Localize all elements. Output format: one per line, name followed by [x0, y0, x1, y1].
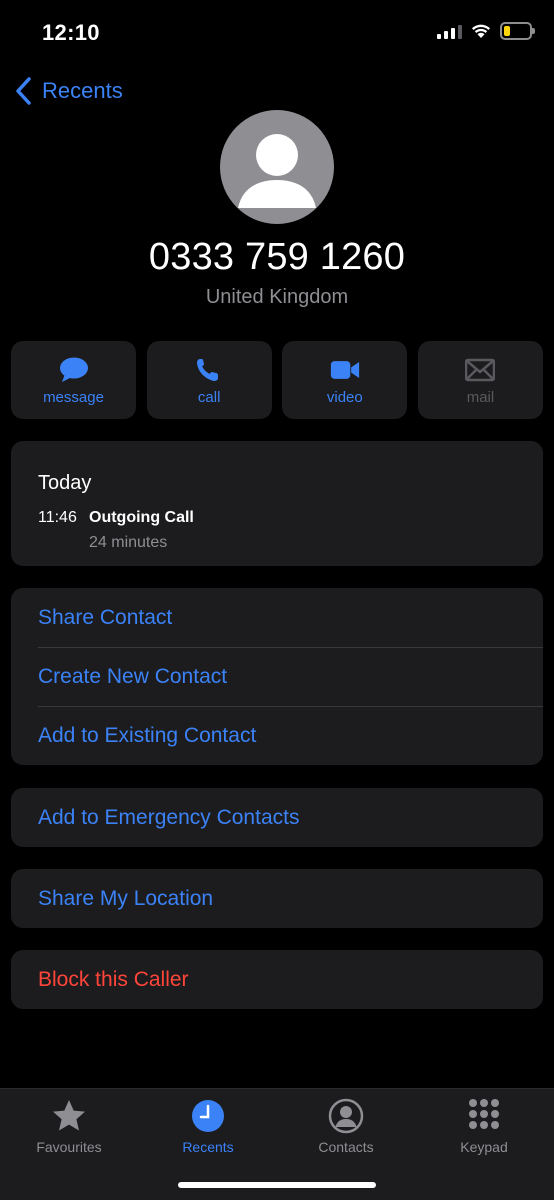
- home-indicator[interactable]: [178, 1182, 376, 1188]
- message-button[interactable]: message: [11, 341, 136, 419]
- caller-number: 0333 759 1260: [148, 236, 406, 278]
- battery-level: [504, 26, 510, 36]
- block-group: Block this Caller: [11, 950, 543, 1009]
- caller-country: United Kingdom: [205, 286, 349, 308]
- create-new-contact-button[interactable]: Create New Contact: [11, 647, 543, 706]
- person-circle-icon: [328, 1098, 364, 1134]
- share-contact-button[interactable]: Share Contact: [11, 588, 543, 647]
- call-type: Outgoing Call: [89, 509, 194, 526]
- call-duration: 24 minutes: [89, 534, 168, 551]
- mail-button[interactable]: mail: [417, 341, 543, 419]
- video-camera-icon: [330, 361, 359, 379]
- tab-contacts-label: Contacts: [318, 1139, 374, 1155]
- call-button-label: call: [197, 389, 221, 406]
- status-time: 12:10: [42, 20, 100, 45]
- cellular-signal-icon: [437, 23, 462, 39]
- message-bubble-icon: [59, 357, 88, 382]
- envelope-icon: [465, 358, 496, 382]
- back-button-label: Recents: [42, 78, 123, 103]
- emergency-group: Add to Emergency Contacts: [11, 788, 543, 847]
- tab-keypad-label: Keypad: [460, 1139, 508, 1155]
- tab-keypad[interactable]: Keypad: [424, 1097, 544, 1155]
- phone-icon: [197, 359, 219, 381]
- share-my-location-button[interactable]: Share My Location: [11, 869, 543, 928]
- mail-button-label: mail: [466, 389, 495, 406]
- contact-detail-screen: 12:10 Recents 0333 759 1260 United Kingd…: [0, 0, 554, 1200]
- keypad-icon: [469, 1099, 499, 1129]
- avatar: [220, 110, 334, 224]
- tab-contacts[interactable]: Contacts: [286, 1097, 406, 1155]
- add-to-emergency-contacts-button[interactable]: Add to Emergency Contacts: [11, 788, 543, 847]
- tab-favourites[interactable]: Favourites: [9, 1097, 129, 1155]
- add-to-existing-contact-button[interactable]: Add to Existing Contact: [11, 706, 543, 765]
- back-button[interactable]: Recents: [14, 76, 123, 106]
- contact-actions-group: Share Contact Create New Contact Add to …: [11, 588, 543, 765]
- call-time: 11:46: [38, 509, 77, 526]
- tab-recents[interactable]: Recents: [148, 1097, 268, 1155]
- message-button-label: message: [43, 389, 104, 406]
- tab-favourites-label: Favourites: [36, 1139, 102, 1155]
- chevron-left-icon: [16, 77, 31, 105]
- wifi-icon: [472, 24, 490, 38]
- clock-icon: [192, 1100, 224, 1132]
- status-icons: [437, 22, 535, 40]
- video-button-label: video: [326, 389, 363, 406]
- action-buttons: message call video mail: [11, 341, 543, 419]
- status-bar: 12:10: [0, 0, 554, 66]
- tab-recents-label: Recents: [182, 1139, 234, 1155]
- person-silhouette-icon: [238, 134, 316, 208]
- call-button[interactable]: call: [146, 341, 272, 419]
- battery-icon: [500, 22, 535, 40]
- star-icon: [53, 1100, 85, 1131]
- location-group: Share My Location: [11, 869, 543, 928]
- call-history-card: Today 11:46 Outgoing Call 24 minutes: [11, 441, 543, 566]
- history-day: Today: [38, 472, 92, 494]
- block-caller-button[interactable]: Block this Caller: [11, 950, 543, 1009]
- video-button[interactable]: video: [282, 341, 408, 419]
